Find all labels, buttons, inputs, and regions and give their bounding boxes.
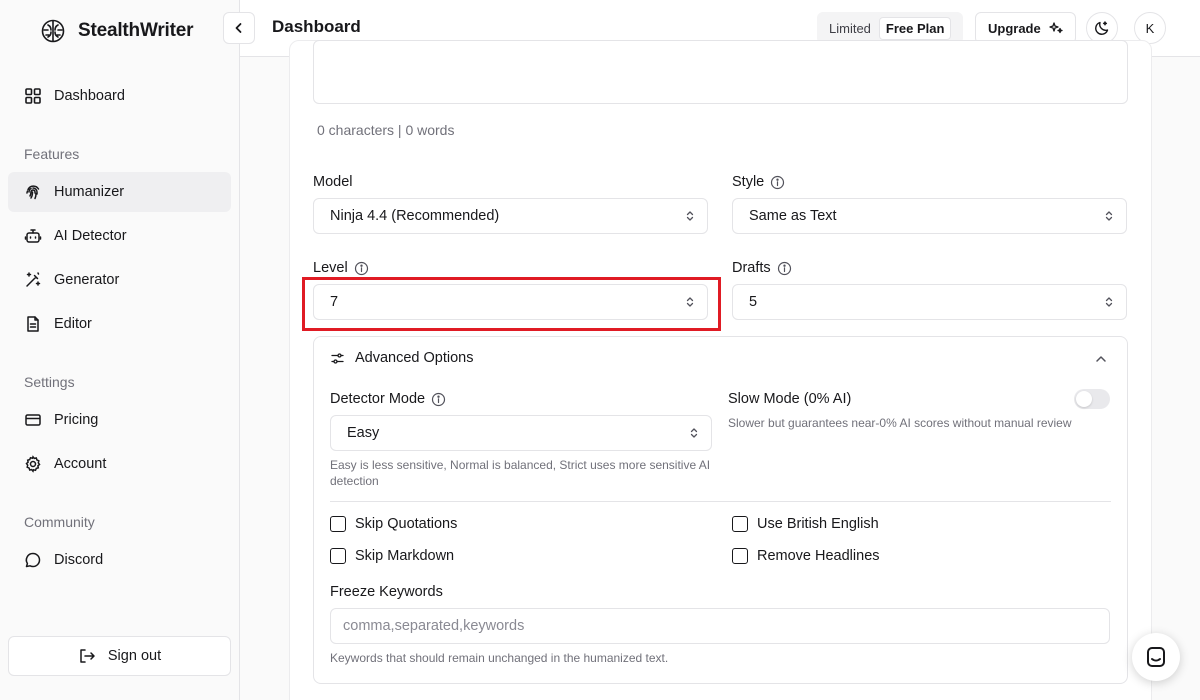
brand[interactable]: StealthWriter — [40, 18, 193, 44]
drafts-select[interactable]: 5 — [732, 284, 1127, 320]
sign-out-label: Sign out — [107, 648, 162, 664]
page-title: Dashboard — [272, 17, 361, 36]
freeze-keywords-label-text: Freeze Keywords — [330, 584, 443, 600]
dashboard-grid-icon — [25, 88, 41, 104]
sidebar-item-label: Account — [54, 456, 107, 472]
section-label-settings: Settings — [24, 374, 75, 390]
remove-headlines-checkbox[interactable]: Remove Headlines — [732, 548, 880, 564]
sign-out-button[interactable]: Sign out — [8, 636, 231, 676]
model-label: Model — [313, 174, 353, 190]
sidebar: StealthWriter Dashboard Features Humaniz… — [0, 0, 240, 700]
checkbox-box[interactable] — [732, 516, 748, 532]
freeze-keywords-helper: Keywords that should remain unchanged in… — [330, 651, 669, 665]
credit-card-icon — [25, 414, 41, 426]
sidebar-item-editor[interactable]: Editor — [8, 304, 231, 344]
slow-mode-helper: Slower but guarantees near-0% AI scores … — [728, 416, 1072, 430]
sidebar-item-label: Humanizer — [54, 184, 125, 200]
document-icon — [27, 316, 39, 332]
detector-mode-helper: Easy is less sensitive, Normal is balanc… — [330, 458, 711, 488]
british-english-checkbox[interactable]: Use British English — [732, 516, 879, 532]
sidebar-item-label: Editor — [54, 316, 92, 332]
chevron-updown-icon — [686, 211, 694, 221]
chevron-left-icon — [235, 23, 242, 33]
checkbox-label: Use British English — [757, 516, 879, 532]
detector-mode-label: Detector Mode — [330, 391, 446, 407]
detector-mode-select[interactable]: Easy — [330, 415, 712, 451]
model-select-value: Ninja 4.4 (Recommended) — [330, 208, 500, 224]
checkbox-box[interactable] — [330, 516, 346, 532]
chevron-up-icon[interactable] — [1094, 352, 1108, 366]
fingerprint-icon — [26, 185, 40, 200]
info-icon[interactable] — [777, 261, 792, 276]
freeze-keywords-label: Freeze Keywords — [330, 584, 443, 600]
sidebar-item-label: Dashboard — [54, 88, 125, 104]
level-highlight-box — [302, 277, 721, 331]
brain-logo-icon — [41, 19, 65, 43]
slow-mode-label: Slow Mode (0% AI) — [728, 391, 851, 407]
upgrade-label: Upgrade — [988, 20, 1041, 36]
text-input-area[interactable] — [313, 40, 1128, 104]
sparkles-icon — [1049, 22, 1063, 34]
style-label-text: Style — [732, 174, 765, 190]
sidebar-item-account[interactable]: Account — [8, 444, 231, 484]
plan-prefix: Limited — [829, 20, 871, 36]
skip-markdown-checkbox[interactable]: Skip Markdown — [330, 548, 454, 564]
model-label-text: Model — [313, 174, 353, 190]
log-out-icon — [80, 649, 95, 663]
sidebar-item-label: Discord — [54, 552, 104, 568]
advanced-options-title: Advanced Options — [355, 350, 474, 366]
info-icon[interactable] — [354, 261, 369, 276]
sidebar-item-pricing[interactable]: Pricing — [8, 400, 231, 440]
drafts-label-text: Drafts — [732, 260, 771, 276]
collapse-sidebar-button[interactable] — [223, 12, 255, 44]
sidebar-item-dashboard[interactable]: Dashboard — [8, 76, 231, 116]
drafts-select-value: 5 — [749, 294, 758, 310]
skip-quotations-checkbox[interactable]: Skip Quotations — [330, 516, 457, 532]
slow-mode-toggle[interactable] — [1074, 389, 1110, 409]
sidebar-item-humanizer[interactable]: Humanizer — [8, 172, 231, 212]
sliders-icon — [331, 352, 344, 364]
chevron-updown-icon — [1105, 297, 1113, 307]
checkbox-box[interactable] — [330, 548, 346, 564]
checkbox-box[interactable] — [732, 548, 748, 564]
divider — [330, 501, 1111, 502]
info-icon[interactable] — [770, 175, 785, 190]
detector-mode-label-text: Detector Mode — [330, 391, 426, 407]
chevron-updown-icon — [1105, 211, 1113, 221]
character-word-count: 0 characters | 0 words — [317, 122, 455, 138]
style-select-value: Same as Text — [749, 208, 837, 224]
sidebar-item-generator[interactable]: Generator — [8, 260, 231, 300]
support-chat-button[interactable] — [1132, 633, 1180, 681]
style-select[interactable]: Same as Text — [732, 198, 1127, 234]
section-label-community: Community — [24, 514, 95, 530]
moon-icon — [1095, 21, 1109, 35]
sidebar-item-discord[interactable]: Discord — [8, 540, 231, 580]
info-icon[interactable] — [431, 392, 446, 407]
advanced-options-toggle[interactable]: Advanced Options — [330, 350, 474, 366]
magic-wand-icon — [26, 272, 41, 287]
slow-mode-label-text: Slow Mode (0% AI) — [728, 391, 852, 407]
chat-widget-icon — [1147, 647, 1165, 667]
level-label-text: Level — [313, 260, 348, 276]
chat-bubble-icon — [25, 552, 41, 568]
detector-mode-value: Easy — [347, 425, 380, 441]
sidebar-item-label: AI Detector — [54, 228, 127, 244]
drafts-label: Drafts — [732, 260, 792, 276]
chevron-updown-icon — [690, 428, 698, 438]
model-select[interactable]: Ninja 4.4 (Recommended) — [313, 198, 708, 234]
freeze-keywords-input[interactable] — [330, 608, 1110, 644]
checkbox-label: Remove Headlines — [757, 548, 880, 564]
level-label: Level — [313, 260, 369, 276]
sidebar-item-ai-detector[interactable]: AI Detector — [8, 216, 231, 256]
gear-icon — [25, 455, 41, 473]
section-label-features: Features — [24, 146, 80, 162]
sidebar-item-label: Generator — [54, 272, 120, 288]
style-label: Style — [732, 174, 785, 190]
sidebar-item-label: Pricing — [54, 412, 99, 428]
checkbox-label: Skip Markdown — [355, 548, 455, 564]
bot-icon — [24, 229, 42, 243]
plan-name: Free Plan — [878, 16, 952, 40]
checkbox-label: Skip Quotations — [355, 516, 458, 532]
brand-name: StealthWriter — [78, 20, 194, 41]
